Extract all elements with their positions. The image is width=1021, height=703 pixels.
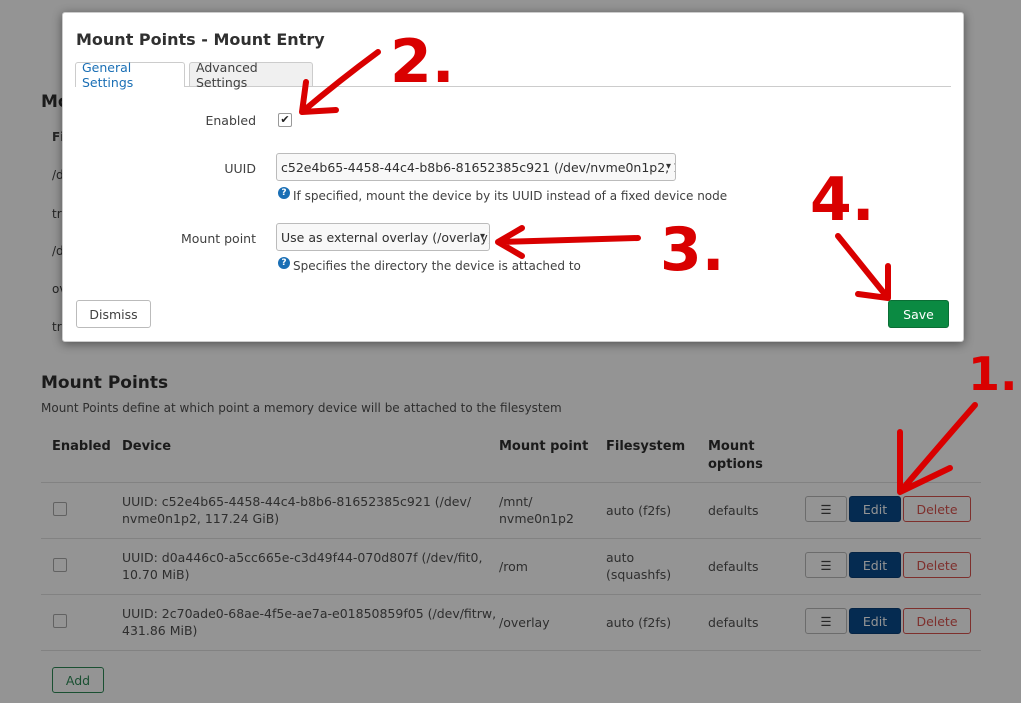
annotation-label-3: 3. [660, 215, 725, 285]
annotation-label-2: 2. [390, 27, 455, 97]
arrow-4 [835, 233, 891, 301]
arrow-3 [495, 225, 641, 259]
annotation-label-4: 4. [810, 165, 875, 235]
arrow-2 [299, 49, 381, 115]
annotation-label-1: 1. [968, 347, 1017, 401]
arrow-1 [897, 402, 978, 495]
red-annotations: 2. 3. 4. 1. [299, 27, 1017, 495]
